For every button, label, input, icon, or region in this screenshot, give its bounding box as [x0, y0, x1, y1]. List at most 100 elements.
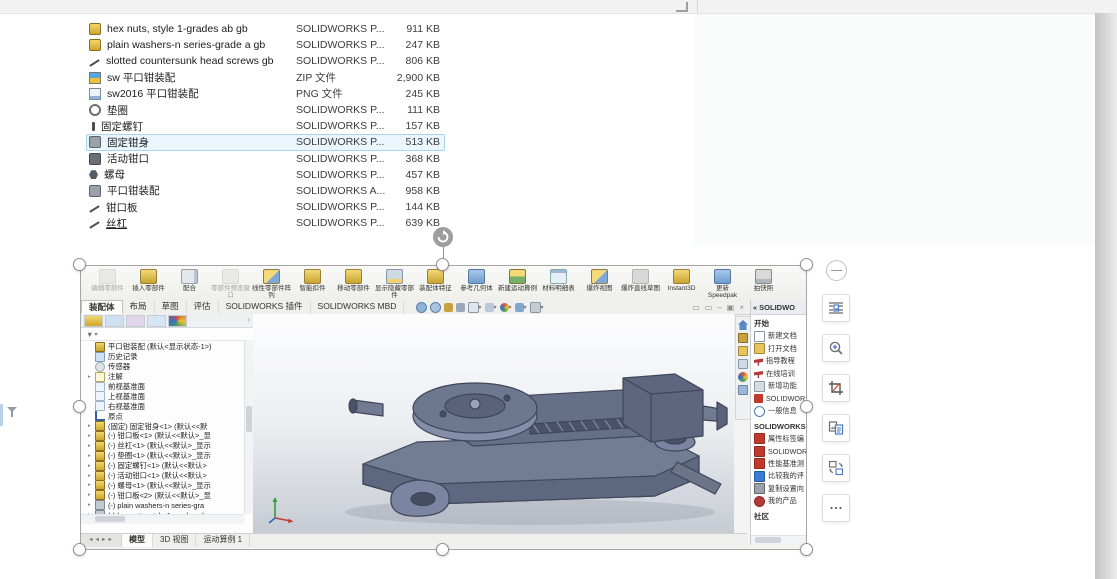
tree-item[interactable]: 平口钳装配 (默认<显示状态-1>): [81, 342, 253, 352]
sw-command-button[interactable]: Instant3D: [661, 267, 702, 292]
tree-item[interactable]: ▸ (固定) 固定钳身<1> (默认<<默: [81, 421, 253, 431]
wrap-layout-button[interactable]: [822, 294, 850, 322]
taskpane-item[interactable]: 打开文档: [751, 343, 806, 356]
file-row[interactable]: 固定螺钉 SOLIDWORKS P... 157 KB: [86, 118, 445, 134]
sw-ribbon-tab[interactable]: 评估: [187, 300, 219, 314]
tree-item[interactable]: ▸ (-) 丝杠<1> (默认<<默认>_显示: [81, 441, 253, 451]
displaymanager-tab-icon[interactable]: [168, 315, 187, 327]
sw-command-button[interactable]: 参考几何体: [456, 267, 497, 292]
sw-ribbon-tab[interactable]: 装配体: [81, 300, 123, 314]
bottom-tab[interactable]: 3D 视图: [153, 534, 196, 547]
propertymanager-tab-icon[interactable]: [105, 315, 124, 327]
scrollbar-thumb[interactable]: [95, 516, 125, 522]
file-row[interactable]: 平口钳装配 SOLIDWORKS A... 958 KB: [86, 183, 445, 199]
taskpane-item[interactable]: 性能基准测: [751, 458, 806, 471]
file-row[interactable]: 螺母 SOLIDWORKS P... 457 KB: [86, 167, 445, 183]
expand-arrow-icon[interactable]: ▸: [88, 423, 95, 429]
expand-arrow-icon[interactable]: ▸: [88, 374, 95, 380]
tree-item[interactable]: ▸ 注解: [81, 372, 253, 382]
sw-command-button[interactable]: 线性零部件阵列: [251, 267, 292, 299]
file-row[interactable]: 垫圈 SOLIDWORKS P... 111 KB: [86, 102, 445, 118]
taskpane-item[interactable]: 指导教程: [751, 355, 806, 368]
resize-handle-bottom-right[interactable]: [800, 543, 813, 556]
sw-window-control-button[interactable]: ▣: [727, 303, 735, 312]
file-row[interactable]: 丝杠 SOLIDWORKS P... 639 KB: [86, 215, 445, 231]
sw-command-button[interactable]: 移动零部件: [333, 267, 374, 292]
sw-headsup-button[interactable]: ▾: [530, 302, 543, 313]
taskpane-item[interactable]: SOLIDWOR: [751, 445, 806, 458]
selected-image-frame[interactable]: 编辑零部件 插入零部件 配合 零部件预览窗口: [80, 265, 807, 550]
tree-horizontal-scrollbar[interactable]: [81, 514, 244, 524]
sw-window-control-button[interactable]: ▭: [692, 303, 700, 312]
sw-command-button[interactable]: 零部件预览窗口: [210, 267, 251, 299]
design-library-icon[interactable]: [738, 333, 748, 343]
sw-window-control-button[interactable]: ×: [739, 303, 744, 312]
bottom-tab[interactable]: 模型: [122, 534, 153, 547]
file-explorer-icon[interactable]: [738, 346, 748, 356]
resize-handle-middle-right[interactable]: [800, 400, 813, 413]
custom-properties-icon[interactable]: [738, 385, 748, 395]
expand-arrow-icon[interactable]: ▸: [88, 473, 95, 479]
taskpane-item[interactable]: 新建文档: [751, 330, 806, 343]
expand-arrow-icon[interactable]: ▸: [88, 443, 95, 449]
expand-arrow-icon[interactable]: ▸: [88, 492, 95, 498]
tree-item[interactable]: ▸ (-) 钳口板<1> (默认<<默认>_显: [81, 431, 253, 441]
tree-tabs-overflow[interactable]: ›: [248, 317, 250, 324]
resize-handle-top-left[interactable]: [73, 258, 86, 271]
sw-ribbon-tab[interactable]: 布局: [123, 300, 155, 314]
crop-button[interactable]: [822, 374, 850, 402]
scrollbar-thumb[interactable]: [755, 537, 781, 543]
sw-command-button[interactable]: 配合: [169, 267, 210, 292]
taskpane-item[interactable]: 新增功能: [751, 380, 806, 393]
sw-headsup-button[interactable]: ▾: [515, 303, 526, 312]
rotate-handle[interactable]: [433, 227, 453, 247]
sw-ribbon-tab[interactable]: 草图: [155, 300, 187, 314]
sw-command-button[interactable]: 拍快照: [743, 267, 784, 292]
taskpane-item[interactable]: 复制设置向: [751, 483, 806, 496]
tree-filter-row[interactable]: ▼ ▾: [81, 328, 253, 341]
tree-item[interactable]: ▸ (-) 螺母<1> (默认<<默认>_显示: [81, 480, 253, 490]
tree-item[interactable]: ▸ (-) plain washers-n series-gra: [81, 500, 253, 510]
sw-command-button[interactable]: 爆炸直线草图: [620, 267, 661, 292]
sw-command-button[interactable]: 插入零部件: [128, 267, 169, 292]
resize-handle-bottom-center[interactable]: [436, 543, 449, 556]
tree-item[interactable]: 历史记录: [81, 352, 253, 362]
tree-item[interactable]: 前视基准面: [81, 382, 253, 392]
taskpane-scrollbar[interactable]: [751, 535, 806, 545]
expand-arrow-icon[interactable]: ▸: [88, 453, 95, 459]
sw-command-button[interactable]: 新建运动算例: [497, 267, 538, 292]
sw-window-control-button[interactable]: –: [717, 303, 721, 312]
tree-item[interactable]: 传感器: [81, 362, 253, 372]
tree-item[interactable]: 上视基准面: [81, 391, 253, 401]
taskpane-item[interactable]: SOLIDWOR: [751, 393, 806, 406]
tree-item[interactable]: ▸ (-) 活动钳口<1> (默认<<默认>: [81, 471, 253, 481]
file-row[interactable]: 固定钳身 SOLIDWORKS P... 513 KB: [86, 134, 445, 150]
file-row[interactable]: sw2016 平口钳装配 PNG 文件 245 KB: [86, 86, 445, 102]
sw-command-button[interactable]: 显示隐藏零部件: [374, 267, 415, 299]
dimxpert-tab-icon[interactable]: [147, 315, 166, 327]
scrollbar-thumb[interactable]: [246, 406, 252, 432]
replace-rotate-button[interactable]: [822, 454, 850, 482]
resize-handle-middle-left[interactable]: [73, 400, 86, 413]
taskpane-item[interactable]: 我的产品: [751, 495, 806, 508]
sw-command-button[interactable]: 装配体特征: [415, 267, 456, 292]
file-row[interactable]: slotted countersunk head screws gb SOLID…: [86, 53, 445, 69]
file-row[interactable]: 钳口板 SOLIDWORKS P... 144 KB: [86, 199, 445, 215]
expand-arrow-icon[interactable]: ▸: [88, 463, 95, 469]
bottom-tab[interactable]: 运动算例 1: [196, 534, 250, 547]
view-palette-icon[interactable]: [738, 359, 748, 369]
tree-item[interactable]: ▸ (-) 钳口板<2> (默认<<默认>_显: [81, 490, 253, 500]
expand-arrow-icon[interactable]: ▸: [88, 502, 95, 508]
tree-vertical-scrollbar[interactable]: [244, 340, 253, 514]
home-icon[interactable]: [738, 320, 748, 330]
resize-handle-top-right[interactable]: [800, 258, 813, 271]
sw-command-button[interactable]: 智能扣件: [292, 267, 333, 292]
file-row[interactable]: plain washers-n series-grade a gb SOLIDW…: [86, 37, 445, 53]
sw-ribbon-tab[interactable]: SOLIDWORKS MBD: [311, 300, 405, 314]
tab-scroll-buttons[interactable]: ◄◄►►: [81, 534, 122, 547]
taskpane-item[interactable]: 比较我的评: [751, 470, 806, 483]
view-zoom-button[interactable]: [822, 334, 850, 362]
resize-handle-bottom-left[interactable]: [73, 543, 86, 556]
taskpane-item[interactable]: 属性标签编: [751, 433, 806, 446]
sw-headsup-button[interactable]: [430, 302, 440, 313]
